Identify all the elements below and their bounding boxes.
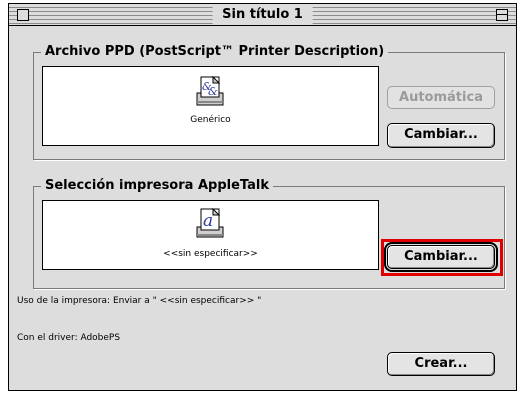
automatic-button[interactable]: Automática (387, 86, 495, 109)
collapse-box-icon[interactable] (496, 9, 508, 21)
title-bar[interactable]: Sin título 1 (9, 4, 516, 26)
ppd-file-box[interactable]: & & Genérico (42, 66, 379, 146)
ppd-change-button[interactable]: Cambiar... (387, 123, 495, 148)
svg-text:a: a (203, 211, 213, 231)
printer-usage-text: Uso de la impresora: Enviar a " <<sin es… (17, 296, 262, 306)
driver-text: Con el driver: AdobePS (17, 333, 121, 343)
printer-change-button[interactable]: Cambiar... (384, 242, 498, 272)
ppd-group-label: Archivo PPD (PostScript™ Printer Descrip… (41, 44, 389, 60)
printer-selection-box[interactable]: a <<sin especificar>> (42, 200, 379, 270)
ppd-caption: Genérico (190, 115, 231, 125)
window-title: Sin título 1 (212, 5, 313, 25)
close-box-icon[interactable] (17, 9, 29, 21)
svg-text:&: & (208, 85, 218, 98)
laserwriter-printer-icon: a (193, 207, 227, 241)
generic-printer-driver-icon: & & (193, 75, 227, 109)
printer-group-label: Selección impresora AppleTalk (41, 178, 273, 194)
printer-setup-window: Sin título 1 Archivo PPD (PostScript™ Pr… (8, 3, 517, 391)
window-content: Archivo PPD (PostScript™ Printer Descrip… (9, 26, 516, 390)
printer-caption: <<sin especificar>> (163, 249, 258, 259)
create-button[interactable]: Crear... (387, 352, 495, 376)
